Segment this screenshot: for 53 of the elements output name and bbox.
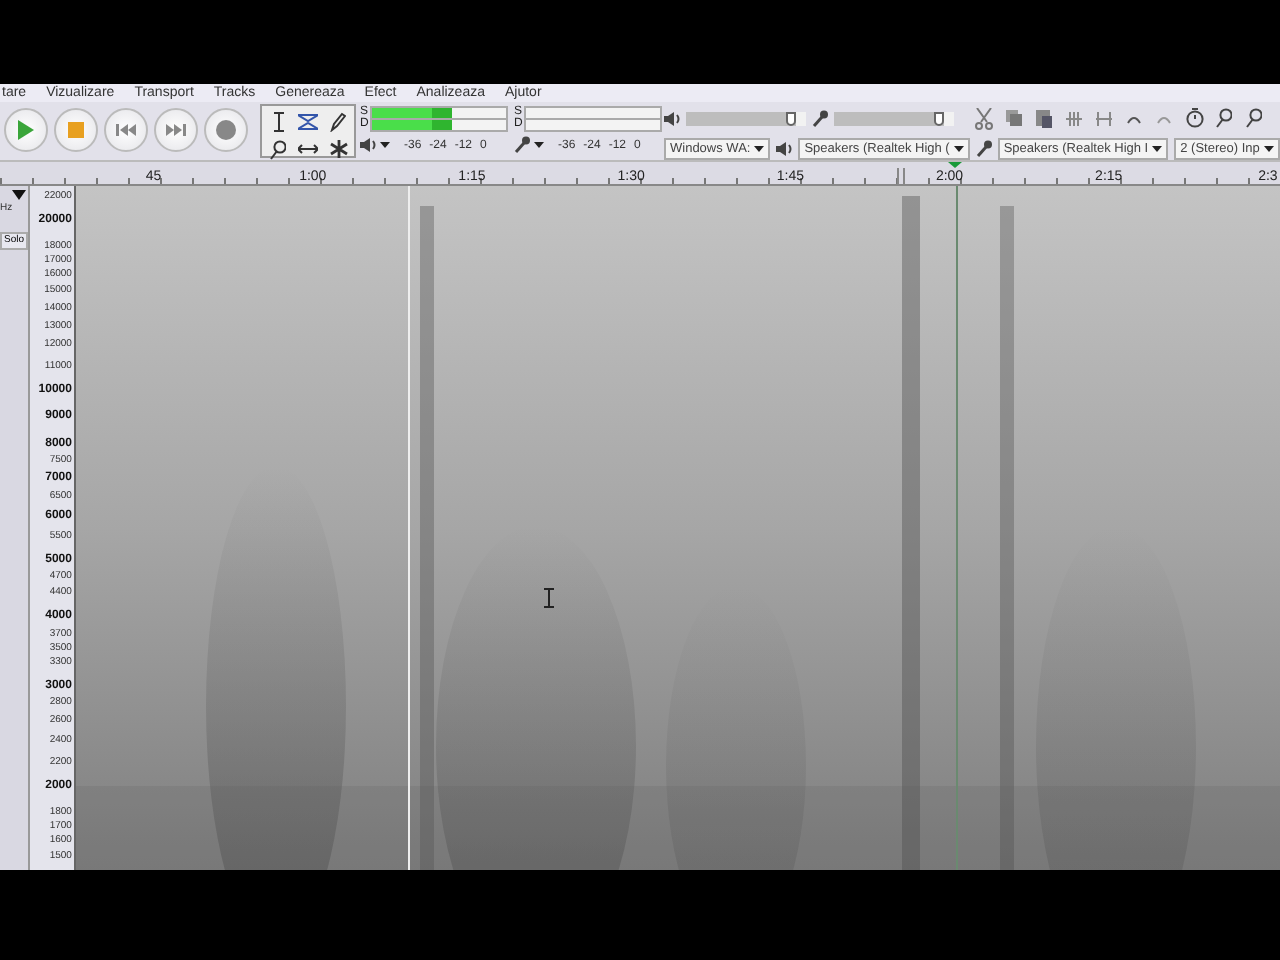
speaker-icon: [360, 136, 376, 154]
microphone-icon: [975, 139, 992, 157]
play-icon: [18, 120, 34, 140]
caret-icon: [953, 145, 964, 151]
skip-to-start-button[interactable]: [104, 108, 148, 152]
draw-tool-button[interactable]: [324, 108, 352, 134]
record-button[interactable]: [204, 108, 248, 152]
zoom-in-button[interactable]: [1212, 106, 1236, 130]
zoom-out-button[interactable]: [1242, 106, 1266, 130]
caret-icon: [754, 145, 765, 151]
caret-icon: [1152, 145, 1163, 151]
double-arrow-icon: [298, 144, 318, 154]
envelope-icon: [298, 113, 318, 129]
paste-button[interactable]: [1032, 106, 1056, 130]
copy-icon: [1006, 110, 1022, 126]
volume-slider[interactable]: [834, 111, 954, 125]
dropdown-arrow-icon[interactable]: [12, 190, 26, 200]
zoom-out-icon: [1246, 108, 1262, 128]
pencil-icon: [330, 111, 346, 131]
scissors-icon: [974, 107, 994, 129]
i-beam-icon: [273, 111, 283, 131]
paste-icon: [1036, 109, 1052, 127]
volume-slider[interactable]: [686, 111, 806, 125]
record-meter-menu[interactable]: [514, 136, 550, 154]
trim-button[interactable]: [1062, 106, 1086, 130]
silence-button[interactable]: [1092, 106, 1116, 130]
cut-button[interactable]: [972, 106, 996, 130]
trim-icon: [1066, 111, 1082, 125]
microphone-icon: [514, 136, 530, 154]
speaker-icon: [776, 139, 793, 157]
stopwatch-icon: [1185, 108, 1203, 128]
skip-to-end-icon: [166, 124, 186, 136]
playback-meter-menu[interactable]: [360, 136, 396, 154]
record-icon: [216, 120, 236, 140]
silence-icon: [1096, 111, 1112, 125]
speaker-icon: [664, 109, 680, 127]
envelope-tool-button[interactable]: [294, 108, 322, 134]
stop-icon: [68, 122, 84, 138]
asterisk-icon: [329, 140, 347, 158]
microphone-icon: [812, 109, 828, 127]
copy-button[interactable]: [1002, 106, 1026, 130]
caret-icon: [1263, 145, 1274, 151]
skip-to-start-icon: [116, 124, 136, 136]
zoom-in-icon: [1216, 108, 1232, 128]
timer-button[interactable]: [1182, 106, 1206, 130]
caret-icon: [534, 142, 544, 148]
skip-to-end-button[interactable]: [154, 108, 198, 152]
play-button[interactable]: [4, 108, 48, 152]
zoom-tool-button[interactable]: [264, 136, 292, 162]
text-cursor-icon: [541, 588, 556, 608]
caret-icon: [380, 142, 390, 148]
selection-marker-icon: [896, 168, 906, 184]
magnifier-icon: [270, 139, 286, 159]
